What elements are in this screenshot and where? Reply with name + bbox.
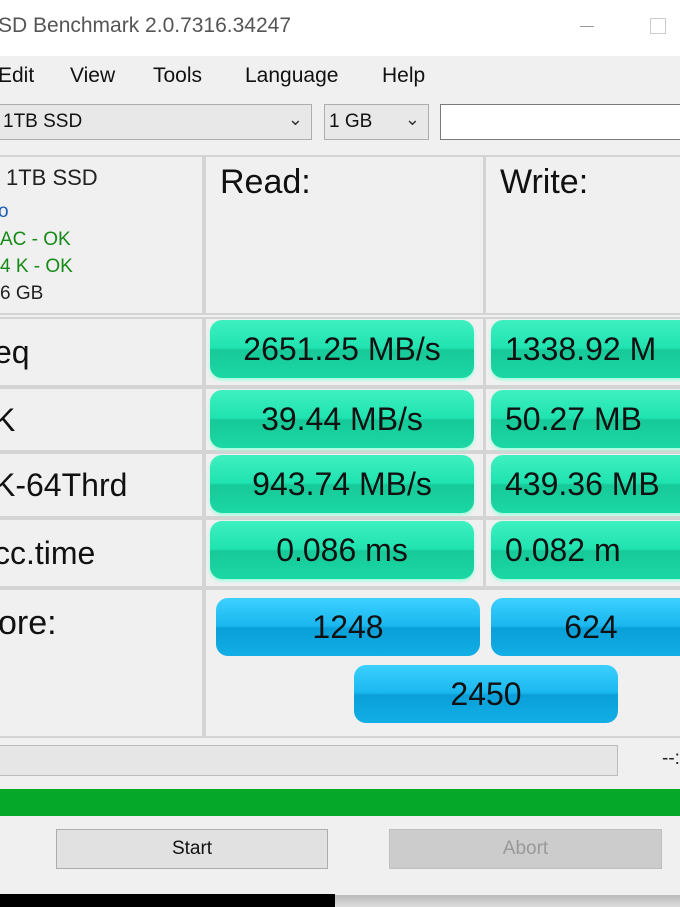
status-bar xyxy=(0,789,680,816)
row-label: K-64Thrd xyxy=(0,467,128,503)
write-result: 1338.92 M xyxy=(491,320,680,378)
info-line: o xyxy=(0,201,9,222)
read-label: Read: xyxy=(220,163,311,201)
start-button[interactable]: Start xyxy=(56,829,328,869)
write-result: 50.27 MB xyxy=(491,390,680,448)
progress-time: --: xyxy=(662,748,680,769)
extra-select[interactable] xyxy=(440,104,680,140)
menu-tools[interactable]: Tools xyxy=(153,64,202,88)
read-result: 39.44 MB/s xyxy=(210,390,474,448)
window-title: SD Benchmark 2.0.7316.34247 xyxy=(0,14,292,37)
minimize-icon[interactable] xyxy=(580,26,594,27)
write-label: Write: xyxy=(500,163,589,201)
row-label-cell: cc.time xyxy=(0,518,204,588)
score-write: 624 xyxy=(491,598,680,656)
abort-button[interactable]: Abort xyxy=(389,829,662,869)
row-label: eq xyxy=(0,334,30,370)
info-line: 4 K - OK xyxy=(0,256,73,277)
score-total: 2450 xyxy=(354,665,618,723)
size-value: 1 GB xyxy=(329,111,373,132)
chevron-down-icon: ⌄ xyxy=(287,109,303,129)
menu-language[interactable]: Language xyxy=(245,64,338,88)
row-label-cell: K xyxy=(0,387,204,452)
menu-edit[interactable]: Edit xyxy=(0,64,34,88)
drive-value: 1TB SSD xyxy=(3,111,83,132)
drive-name: 1TB SSD xyxy=(6,165,98,190)
score-read: 1248 xyxy=(216,598,480,656)
taskbar xyxy=(335,895,680,907)
drive-info: 1TB SSD o AC - OK 4 K - OK 6 GB xyxy=(0,155,204,315)
row-label: K xyxy=(0,401,16,438)
row-label-cell: K-64Thrd xyxy=(0,452,204,518)
score-label: ore: xyxy=(0,604,57,642)
progress-bar xyxy=(0,745,618,776)
write-result: 0.082 m xyxy=(491,521,680,579)
row-label-cell: eq xyxy=(0,317,204,387)
read-result: 943.74 MB/s xyxy=(210,455,474,513)
menu-view[interactable]: View xyxy=(70,64,115,88)
menu-help[interactable]: Help xyxy=(382,64,425,88)
score-label-cell: ore: xyxy=(0,588,204,738)
read-result: 2651.25 MB/s xyxy=(210,320,474,378)
read-result: 0.086 ms xyxy=(210,521,474,579)
row-label: cc.time xyxy=(0,535,96,571)
size-select[interactable]: 1 GB ⌄ xyxy=(324,104,429,140)
write-header: Write: xyxy=(484,155,680,315)
drive-select[interactable]: 1TB SSD ⌄ xyxy=(0,104,312,140)
info-line: AC - OK xyxy=(0,229,71,250)
chevron-down-icon: ⌄ xyxy=(404,109,420,129)
taskbar xyxy=(0,894,335,907)
info-line: 6 GB xyxy=(0,283,44,304)
title-bar: SD Benchmark 2.0.7316.34247 xyxy=(0,0,680,56)
write-result: 439.36 MB xyxy=(491,455,680,513)
read-header: Read: xyxy=(204,155,485,315)
maximize-icon[interactable] xyxy=(650,18,666,34)
